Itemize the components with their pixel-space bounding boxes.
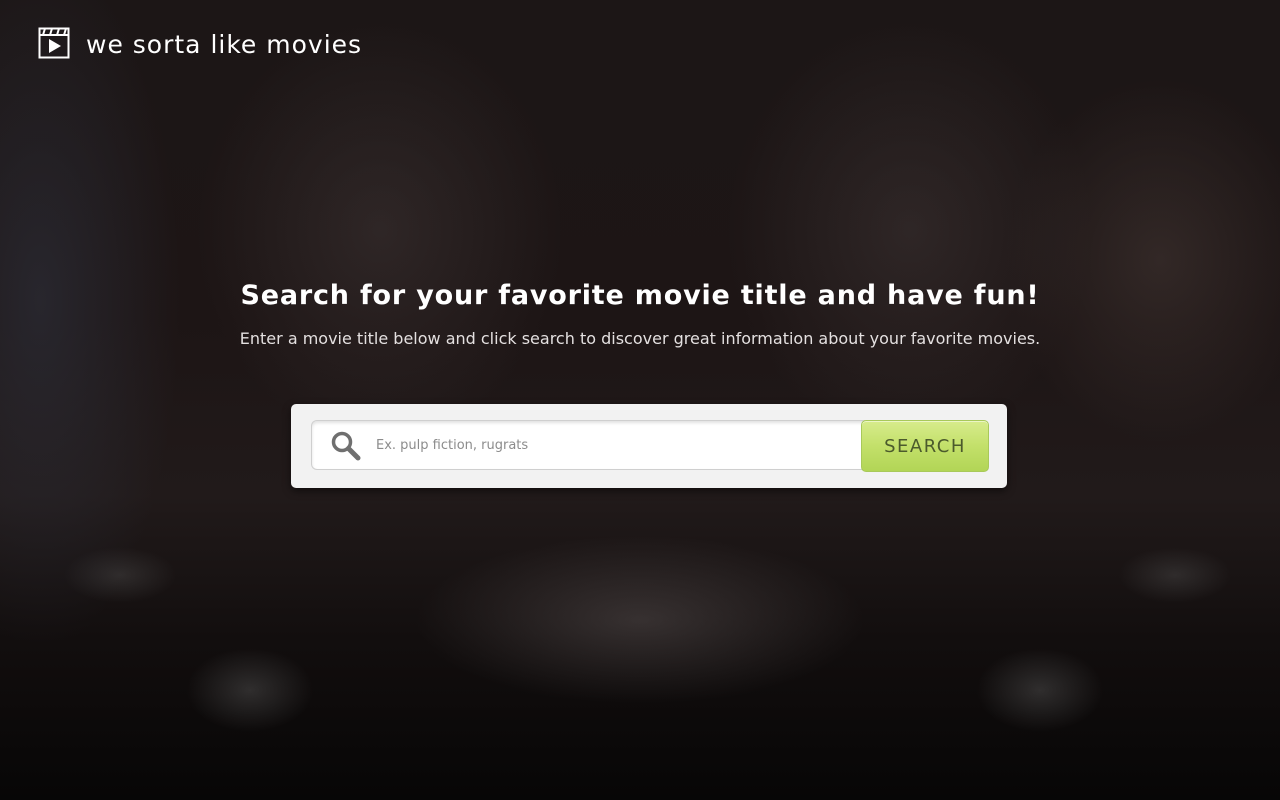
- search-icon: [330, 430, 362, 466]
- page-title: Search for your favorite movie title and…: [240, 280, 1040, 311]
- page-subtitle: Enter a movie title below and click sear…: [239, 329, 1041, 348]
- search-input[interactable]: [372, 421, 860, 469]
- search-form: SEARCH: [291, 404, 1007, 488]
- film-play-icon: [38, 27, 70, 59]
- site-name: we sorta like movies: [86, 29, 363, 59]
- search-button[interactable]: SEARCH: [861, 420, 989, 472]
- site-logo[interactable]: we sorta like movies: [38, 27, 362, 59]
- search-field[interactable]: [311, 420, 865, 470]
- hero: Search for your favorite movie title and…: [0, 278, 1280, 350]
